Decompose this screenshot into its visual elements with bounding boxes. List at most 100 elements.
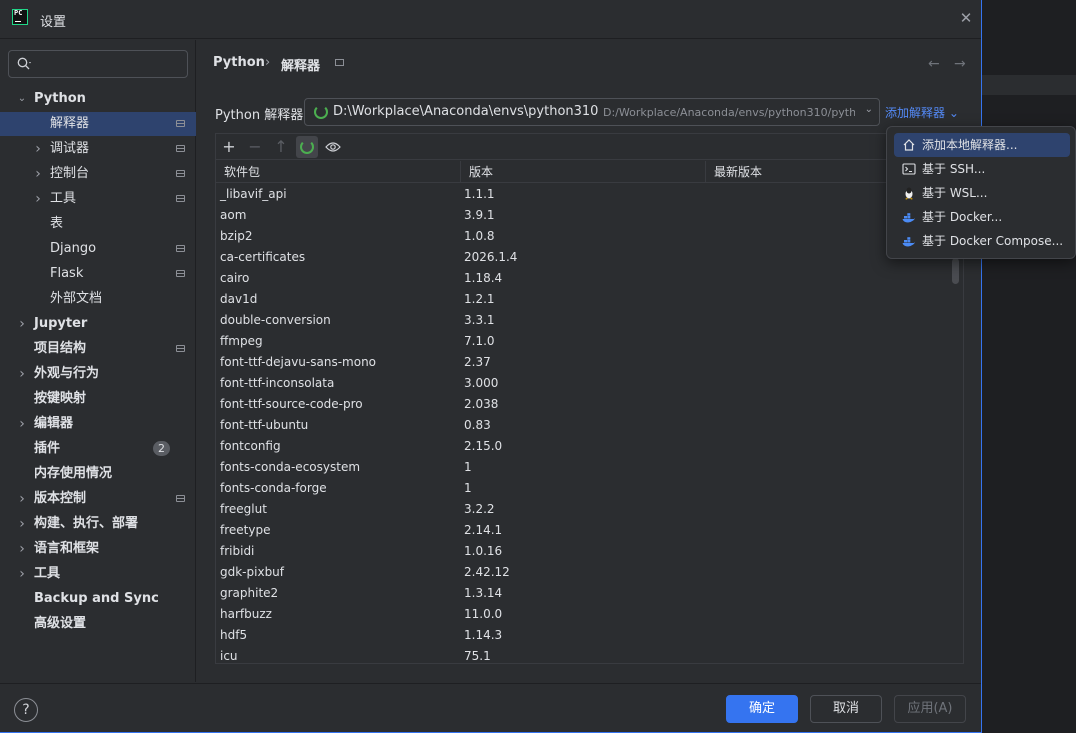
breadcrumb-root[interactable]: Python — [213, 55, 265, 70]
table-row[interactable]: dav1d 1.2.1 — [216, 289, 963, 310]
interpreter-select[interactable]: D:\Workplace\Anaconda\envs\python310 D:/… — [304, 98, 880, 126]
sidebar-item-label: Django — [50, 241, 97, 256]
chevron-right-icon[interactable]: › — [16, 512, 28, 536]
column-header-version[interactable]: 版本 — [461, 161, 706, 183]
sidebar-item[interactable]: › 编辑器 — [0, 412, 196, 436]
menu-item-wsl[interactable]: 基于 WSL... — [894, 181, 1070, 205]
sidebar-item[interactable]: 插件 2 — [0, 437, 196, 461]
sidebar-item-label: 高级设置 — [34, 616, 87, 631]
sidebar-item-label: 外部文档 — [50, 291, 103, 306]
sidebar-item[interactable]: › 工具 — [0, 187, 196, 211]
sidebar-item[interactable]: 表 — [0, 212, 196, 236]
sidebar-item[interactable]: 高级设置 — [0, 612, 196, 636]
sidebar-item[interactable]: › 版本控制 — [0, 487, 196, 511]
chevron-right-icon[interactable]: › — [16, 487, 28, 511]
menu-item-local[interactable]: 添加本地解释器... — [894, 133, 1070, 157]
chevron-right-icon[interactable]: › — [32, 137, 44, 161]
package-version: 3.000 — [464, 376, 499, 390]
show-early-releases-button[interactable] — [322, 136, 344, 158]
chevron-right-icon[interactable]: › — [16, 312, 28, 336]
chevron-right-icon[interactable]: › — [16, 562, 28, 586]
table-row[interactable]: font-ttf-source-code-pro 2.038 — [216, 394, 963, 415]
add-interpreter-link[interactable]: 添加解释器 ⌄ — [885, 104, 959, 121]
table-scrollbar[interactable] — [952, 258, 959, 284]
menu-item-docker[interactable]: 基于 Docker... — [894, 205, 1070, 229]
sidebar-item-label: 内存使用情况 — [34, 466, 113, 481]
remove-package-button[interactable]: − — [244, 136, 266, 158]
sidebar-item[interactable]: Backup and Sync — [0, 587, 196, 611]
table-row[interactable]: icu 75.1 — [216, 646, 963, 663]
package-name: cairo — [220, 271, 250, 285]
table-row[interactable]: harfbuzz 11.0.0 — [216, 604, 963, 625]
sidebar-item[interactable]: › 控制台 — [0, 162, 196, 186]
table-row[interactable]: gdk-pixbuf 2.42.12 — [216, 562, 963, 583]
table-row[interactable]: fonts-conda-forge 1 — [216, 478, 963, 499]
loading-spinner-icon — [314, 105, 328, 119]
table-row[interactable]: fribidi 1.0.16 — [216, 541, 963, 562]
add-package-button[interactable]: + — [218, 136, 240, 158]
chevron-right-icon[interactable]: › — [32, 162, 44, 186]
table-row[interactable]: freeglut 3.2.2 — [216, 499, 963, 520]
back-arrow-icon[interactable]: ← — [928, 56, 940, 72]
table-row[interactable]: fonts-conda-ecosystem 1 — [216, 457, 963, 478]
close-icon[interactable]: ✕ — [958, 10, 974, 26]
ok-button[interactable]: 确定 — [726, 695, 798, 723]
sidebar-item[interactable]: › 语言和框架 — [0, 537, 196, 561]
package-name: fontconfig — [220, 439, 281, 453]
sidebar-item[interactable]: ⌄ Python — [0, 87, 196, 111]
cancel-button[interactable]: 取消 — [810, 695, 882, 723]
chevron-right-icon[interactable]: › — [32, 187, 44, 211]
sidebar-item[interactable]: 外部文档 — [0, 287, 196, 311]
pin-icon — [176, 245, 185, 252]
table-row[interactable]: freetype 2.14.1 — [216, 520, 963, 541]
column-header-package[interactable]: 软件包 — [216, 161, 461, 183]
menu-item-ssh[interactable]: 基于 SSH... — [894, 157, 1070, 181]
table-row[interactable]: ca-certificates 2026.1.4 — [216, 247, 963, 268]
sidebar-item[interactable]: 按键映射 — [0, 387, 196, 411]
chevron-down-icon[interactable]: ⌄ — [16, 87, 28, 111]
interpreter-label: Python 解释器: — [215, 108, 308, 123]
refresh-spinner-button[interactable] — [296, 136, 318, 158]
package-version: 75.1 — [464, 649, 491, 663]
sidebar-item[interactable]: Flask — [0, 262, 196, 286]
table-row[interactable]: fontconfig 2.15.0 — [216, 436, 963, 457]
help-button[interactable]: ? — [14, 698, 38, 722]
search-input[interactable] — [8, 50, 188, 78]
sidebar-item[interactable]: 解释器 — [0, 112, 196, 136]
chevron-right-icon[interactable]: › — [16, 362, 28, 386]
table-row[interactable]: hdf5 1.14.3 — [216, 625, 963, 646]
interpreter-path: D:/Workplace/Anaconda/envs/python310/pyt… — [603, 106, 855, 119]
sidebar-item[interactable]: › 外观与行为 — [0, 362, 196, 386]
sidebar-item[interactable]: Django — [0, 237, 196, 261]
table-row[interactable]: font-ttf-inconsolata 3.000 — [216, 373, 963, 394]
sidebar-item-label: 工具 — [34, 566, 61, 581]
table-row[interactable]: bzip2 1.0.8 — [216, 226, 963, 247]
package-toolbar: + − ↑ — [216, 134, 963, 160]
apply-button[interactable]: 应用(A) — [894, 695, 966, 723]
menu-item-label: 基于 Docker Compose... — [922, 234, 1064, 248]
sidebar-item[interactable]: 项目结构 — [0, 337, 196, 361]
table-row[interactable]: ffmpeg 7.1.0 — [216, 331, 963, 352]
sidebar-item[interactable]: 内存使用情况 — [0, 462, 196, 486]
sidebar-item[interactable]: › Jupyter — [0, 312, 196, 336]
menu-item-docker-compose[interactable]: 基于 Docker Compose... — [894, 229, 1070, 253]
linux-icon — [905, 187, 913, 200]
table-row[interactable]: font-ttf-ubuntu 0.83 — [216, 415, 963, 436]
chevron-right-icon[interactable]: › — [16, 412, 28, 436]
upgrade-package-button[interactable]: ↑ — [270, 136, 292, 158]
package-version: 1.2.1 — [464, 292, 495, 306]
sidebar-item[interactable]: › 工具 — [0, 562, 196, 586]
sidebar-item[interactable]: › 构建、执行、部署 — [0, 512, 196, 536]
sidebar-item[interactable]: › 调试器 — [0, 137, 196, 161]
pin-icon[interactable] — [335, 59, 344, 66]
chevron-right-icon[interactable]: › — [16, 537, 28, 561]
table-row[interactable]: _libavif_api 1.1.1 — [216, 184, 963, 205]
forward-arrow-icon[interactable]: → — [954, 56, 966, 72]
settings-sidebar: ⌄ Python 解释器 › 调试器 › 控制台 › 工具表 Django Flask 外部文档 › Ju… — [0, 40, 196, 682]
table-row[interactable]: graphite2 1.3.14 — [216, 583, 963, 604]
table-row[interactable]: font-ttf-dejavu-sans-mono 2.37 — [216, 352, 963, 373]
table-row[interactable]: double-conversion 3.3.1 — [216, 310, 963, 331]
dialog-footer: ? 确定 取消 应用(A) — [0, 683, 981, 733]
table-row[interactable]: aom 3.9.1 — [216, 205, 963, 226]
table-row[interactable]: cairo 1.18.4 — [216, 268, 963, 289]
